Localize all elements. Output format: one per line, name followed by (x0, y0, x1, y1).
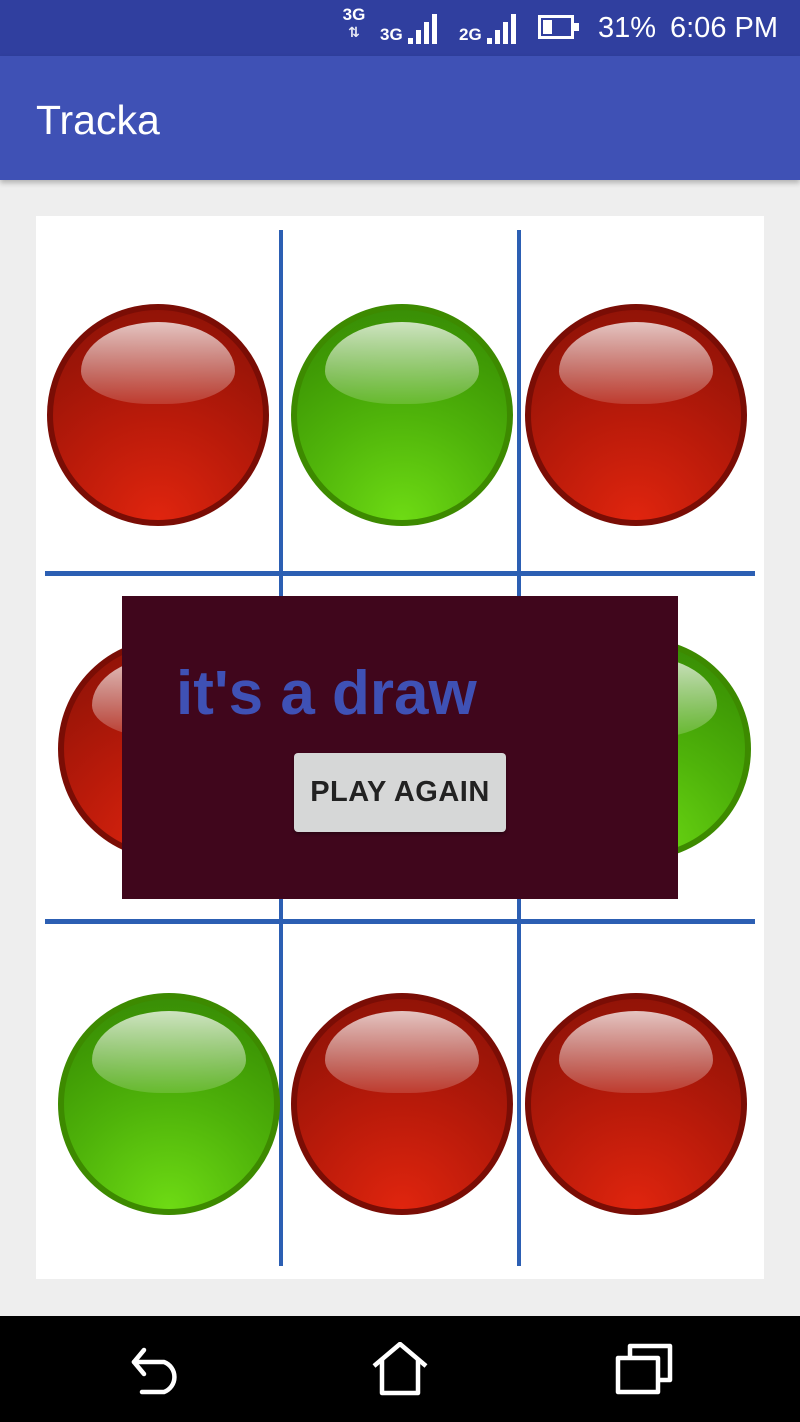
signal-strength-icon-sim2: 2G (459, 12, 516, 44)
signal-strength-icon-sim1: 3G (380, 12, 437, 44)
grid-line-horizontal-1 (45, 571, 755, 576)
network-type-indicator: 3G ⇅ (340, 5, 368, 41)
cell-r1c1-red-piece[interactable] (47, 304, 269, 526)
grid-line-horizontal-2 (45, 919, 755, 924)
signal-2-label: 2G (459, 25, 482, 44)
app-title: Tracka (36, 97, 160, 143)
network-type-label: 3G (342, 5, 366, 24)
game-result-dialog: it's a draw PLAY AGAIN (122, 596, 678, 899)
cell-r1c2-green-piece[interactable] (291, 304, 513, 526)
play-again-button[interactable]: PLAY AGAIN (294, 753, 506, 832)
battery-percentage: 31% (598, 12, 657, 44)
cell-r3c2-red-piece[interactable] (291, 993, 513, 1215)
cell-r3c1-green-piece[interactable] (58, 993, 280, 1215)
navigation-bar (0, 1316, 800, 1422)
data-activity-icon: ⇅ (348, 24, 360, 40)
back-icon[interactable] (126, 1342, 186, 1396)
status-bar: 3G ⇅ 3G 2G 31% 6:06 PM (0, 0, 800, 56)
cell-r1c3-red-piece[interactable] (525, 304, 747, 526)
signal-1-label: 3G (380, 25, 403, 44)
cell-r3c3-red-piece[interactable] (525, 993, 747, 1215)
clock: 6:06 PM (670, 12, 778, 44)
battery-icon (538, 15, 579, 39)
recent-apps-icon[interactable] (614, 1342, 674, 1396)
result-message: it's a draw (176, 659, 477, 728)
home-icon[interactable] (370, 1341, 430, 1396)
